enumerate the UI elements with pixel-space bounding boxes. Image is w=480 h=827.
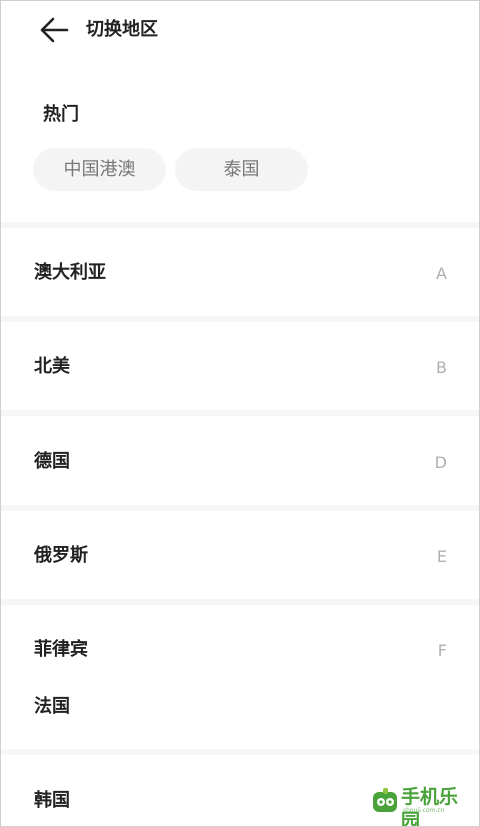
divider [1, 316, 479, 322]
watermark-logo: 手机乐园 shouji.com.cn [371, 785, 471, 826]
region-item-australia[interactable]: 澳大利亚 [34, 261, 106, 285]
header: 切换地区 [1, 1, 479, 61]
back-button[interactable] [37, 14, 71, 46]
divider [1, 222, 479, 228]
region-item-germany[interactable]: 德国 [34, 450, 70, 474]
region-item-russia[interactable]: 俄罗斯 [34, 544, 88, 568]
index-letter: A [436, 264, 447, 283]
watermark-text: 手机乐园 [401, 786, 459, 827]
region-item-france[interactable]: 法国 [34, 695, 70, 719]
page-title: 切换地区 [86, 19, 158, 40]
watermark-icon [373, 788, 397, 812]
region-picker-screen: 切换地区 热门 中国港澳 泰国 澳大利亚 A 北美 B 德国 D 俄罗斯 E 菲… [0, 0, 480, 827]
divider [1, 505, 479, 511]
region-item-korea[interactable]: 韩国 [34, 789, 70, 813]
divider [1, 749, 479, 755]
index-letter: D [434, 453, 447, 472]
index-letter: E [436, 547, 447, 566]
divider [1, 599, 479, 605]
region-item-philippines[interactable]: 菲律宾 [34, 638, 88, 662]
divider [1, 410, 479, 416]
index-letter: F [437, 641, 447, 660]
hot-chip-thailand[interactable]: 泰国 [175, 148, 308, 191]
region-item-north-america[interactable]: 北美 [34, 355, 70, 379]
index-letter: B [436, 358, 447, 377]
hot-section-title: 热门 [43, 104, 79, 125]
watermark-subtext: shouji.com.cn [403, 807, 445, 814]
arrow-left-icon [40, 17, 69, 43]
hot-chip-hong-kong-macau[interactable]: 中国港澳 [33, 148, 166, 191]
